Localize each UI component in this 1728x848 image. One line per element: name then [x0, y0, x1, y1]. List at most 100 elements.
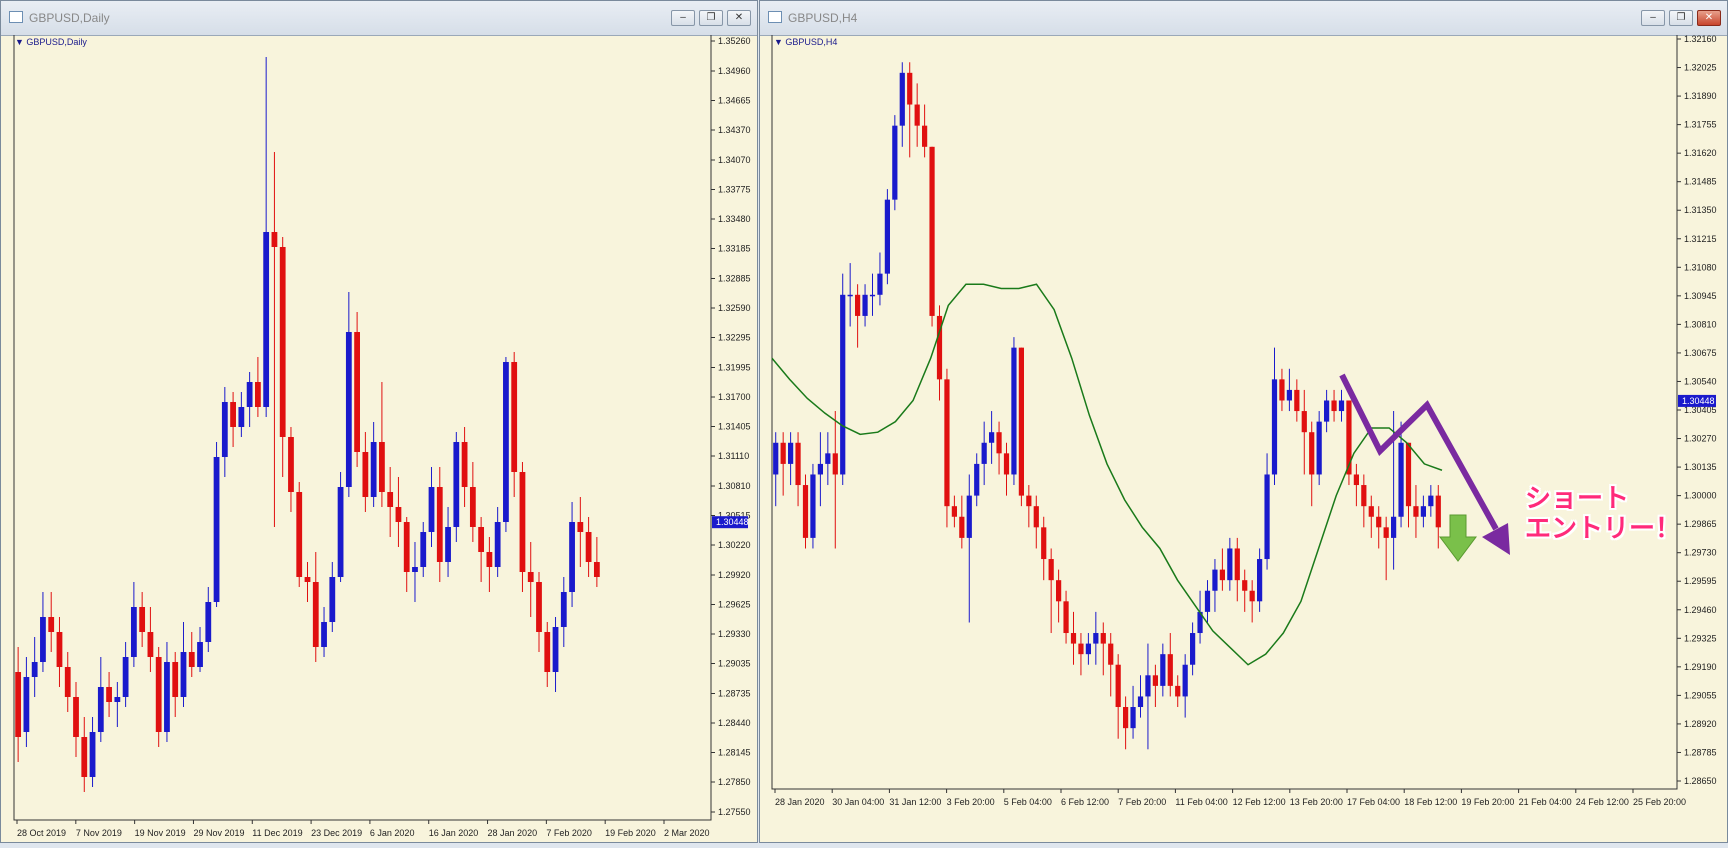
candle-body [1145, 675, 1151, 697]
candle-body [802, 485, 809, 538]
candle-body [1175, 685, 1181, 697]
y-tick-label: 1.31405 [718, 422, 751, 432]
candle-body [1063, 601, 1069, 634]
x-tick-label: 31 Jan 12:00 [889, 797, 941, 807]
y-tick-label: 1.34665 [718, 96, 751, 106]
candle-body [312, 582, 319, 647]
candle-body [951, 506, 957, 517]
candle-body [536, 582, 542, 632]
candle-body [1078, 643, 1084, 655]
candle-body [527, 572, 534, 582]
candle-body [929, 146, 935, 316]
candle-body [1041, 527, 1047, 560]
x-tick-label: 30 Jan 04:00 [832, 797, 884, 807]
candle-body [869, 294, 876, 297]
candle-body [412, 567, 418, 572]
candle-body [296, 492, 303, 577]
x-tick-label: 7 Nov 2019 [76, 828, 122, 838]
daily-candlestick-chart[interactable]: 1.35260 1.34960 1.34665 1.34370 1.34070 1.337… [1, 32, 757, 843]
y-tick-label: 1.30945 [1684, 291, 1717, 301]
candle-body [304, 577, 311, 582]
short-entry-annotation: ショート エントリー！ [1525, 484, 1681, 544]
green-down-arrow-icon [1439, 514, 1477, 562]
y-tick-label: 1.31995 [718, 363, 751, 373]
candle-body [1003, 453, 1010, 475]
x-tick-label: 24 Feb 12:00 [1576, 797, 1629, 807]
candle-body [64, 667, 71, 697]
candle-body [914, 104, 920, 126]
y-tick-label: 1.29330 [718, 629, 751, 639]
y-tick-label: 1.32885 [718, 274, 751, 284]
y-tick-label: 1.32160 [1684, 35, 1717, 44]
close-button[interactable]: ✕ [727, 10, 751, 26]
daily-symbol-text: GBPUSD,Daily [26, 37, 87, 47]
restore-button[interactable]: ❐ [699, 10, 723, 26]
plot-frame [13, 32, 712, 821]
minimize-button[interactable]: – [1641, 10, 1665, 26]
daily-window-titlebar[interactable]: GBPUSD,Daily – ❐ ✕ [1, 1, 757, 36]
y-tick-label: 1.31080 [1684, 262, 1717, 272]
candle-body [569, 522, 575, 592]
candle-body [213, 457, 220, 602]
x-tick-label: 18 Feb 12:00 [1404, 797, 1457, 807]
restore-button[interactable]: ❐ [1669, 10, 1693, 26]
candle-body [560, 592, 567, 627]
candle-body [1070, 633, 1077, 644]
candle-body [884, 199, 890, 274]
candle-body [1011, 347, 1017, 475]
y-tick-label: 1.30810 [1684, 319, 1717, 329]
y-tick-label: 1.27850 [718, 777, 751, 787]
close-button[interactable]: ✕ [1697, 10, 1721, 26]
candle-body [1257, 559, 1263, 602]
x-tick-label: 17 Feb 04:00 [1347, 797, 1400, 807]
candle-body [1383, 527, 1389, 538]
candle-body [321, 622, 327, 647]
candle-body [337, 487, 344, 577]
y-tick-label: 1.27550 [718, 807, 751, 817]
h4-window-title: GBPUSD,H4 [788, 11, 858, 25]
y-tick-label: 1.28920 [1684, 719, 1717, 729]
y-tick-label: 1.30220 [718, 540, 751, 550]
candle-body [1264, 474, 1270, 560]
y-tick-label: 1.29055 [1684, 690, 1717, 700]
y-tick-label: 1.28440 [718, 718, 751, 728]
candle-body [23, 677, 30, 732]
h4-window-titlebar[interactable]: GBPUSD,H4 – ❐ ✕ [760, 1, 1727, 36]
y-tick-label: 1.35260 [718, 36, 751, 46]
h4-symbol-label: ▼ GBPUSD,H4 [774, 37, 838, 47]
y-tick-label: 1.29325 [1684, 633, 1717, 643]
candle-body [577, 522, 584, 532]
x-tick-label: 19 Feb 20:00 [1461, 797, 1514, 807]
candle-body [892, 125, 898, 200]
h4-chart-plot[interactable]: 1.32160 1.32025 1.31890 1.31755 1.31620 1.314… [760, 30, 1727, 843]
daily-symbol-label: ▼ GBPUSD,Daily [15, 37, 87, 47]
candle-body [1033, 506, 1039, 528]
candle-body [1286, 389, 1292, 401]
y-tick-label: 1.29035 [718, 659, 751, 669]
x-tick-label: 21 Feb 04:00 [1519, 797, 1572, 807]
candle-body [1182, 664, 1188, 697]
daily-chart-plot[interactable]: 1.35260 1.34960 1.34665 1.34370 1.34070 1.337… [1, 32, 757, 843]
y-tick-label: 1.30675 [1684, 348, 1717, 358]
y-tick-label: 1.29730 [1684, 548, 1717, 558]
candle-body [354, 332, 360, 452]
candle-body [974, 463, 980, 496]
candle-body [1190, 633, 1196, 665]
candle-body [1242, 580, 1248, 591]
candle-body [503, 362, 509, 522]
candle-body [1227, 548, 1233, 581]
candle-body [15, 672, 22, 737]
candle-body [1137, 696, 1144, 708]
candle-body [1398, 442, 1404, 517]
candle-body [959, 516, 965, 538]
minimize-button[interactable]: – [671, 10, 695, 26]
candle-body [238, 407, 245, 427]
y-tick-label: 1.29460 [1684, 605, 1717, 615]
h4-candlestick-chart[interactable]: 1.32160 1.32025 1.31890 1.31755 1.31620 1.314… [760, 30, 1727, 843]
candle-body [1018, 347, 1024, 496]
y-tick-label: 1.33775 [718, 185, 751, 195]
annotation-line-2: エントリー！ [1525, 514, 1682, 544]
x-tick-label: 11 Dec 2019 [252, 828, 302, 838]
x-tick-label: 3 Feb 20:00 [947, 797, 995, 807]
x-tick-label: 25 Feb 20:00 [1633, 797, 1686, 807]
